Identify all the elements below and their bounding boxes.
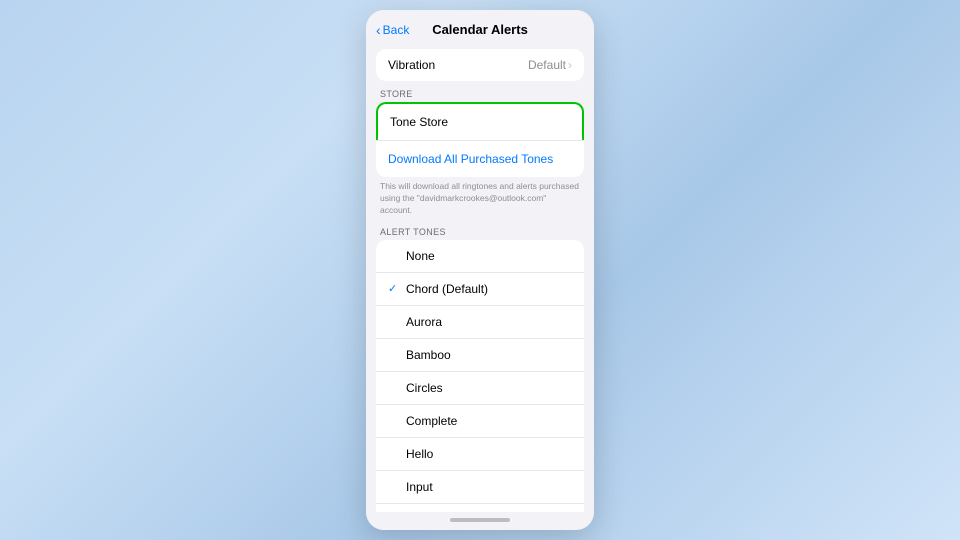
tone-name: Aurora	[406, 315, 442, 329]
chevron-right-icon: ›	[568, 58, 572, 72]
back-button[interactable]: ‹ Back	[376, 23, 409, 37]
tone-name: Input	[406, 480, 433, 494]
tone-name: None	[406, 249, 435, 263]
tone-row[interactable]: Complete	[376, 405, 584, 438]
alert-tones-label: ALERT TONES	[376, 227, 584, 240]
back-label: Back	[383, 23, 410, 37]
vibration-label: Vibration	[388, 58, 435, 72]
alert-tones-section: ALERT TONES None ✓ Chord (Default) Aurora Ba…	[376, 227, 584, 512]
chevron-left-icon: ‹	[376, 23, 381, 37]
tones-list: None ✓ Chord (Default) Aurora Bamboo Circles C…	[376, 240, 584, 512]
page-title: Calendar Alerts	[432, 22, 528, 37]
checkmark-icon: ✓	[388, 282, 400, 295]
tone-row[interactable]: Aurora	[376, 306, 584, 339]
tone-name: Circles	[406, 381, 443, 395]
tone-row[interactable]: None	[376, 240, 584, 273]
home-indicator	[450, 518, 510, 522]
tone-row[interactable]: Input	[376, 471, 584, 504]
download-row[interactable]: Download All Purchased Tones	[376, 140, 584, 177]
tone-row[interactable]: Keys	[376, 504, 584, 512]
vibration-row[interactable]: Vibration Default ›	[376, 49, 584, 81]
header: ‹ Back Calendar Alerts	[366, 10, 594, 45]
tone-store-text: Tone Store	[390, 115, 448, 129]
tone-row[interactable]: ✓ Chord (Default)	[376, 273, 584, 306]
tone-name: Bamboo	[406, 348, 451, 362]
tone-store-row[interactable]: Tone Store	[376, 102, 584, 140]
tone-name: Complete	[406, 414, 457, 428]
phone-panel: ‹ Back Calendar Alerts Vibration Default…	[366, 10, 594, 530]
tone-row[interactable]: Hello	[376, 438, 584, 471]
download-all-text: Download All Purchased Tones	[388, 152, 553, 166]
content-scroll[interactable]: Vibration Default › STORE Tone Store Dow…	[366, 45, 594, 512]
vibration-value-group: Default ›	[528, 58, 572, 72]
tone-row[interactable]: Bamboo	[376, 339, 584, 372]
tone-row[interactable]: Circles	[376, 372, 584, 405]
tone-name: Hello	[406, 447, 433, 461]
bottom-bar	[366, 512, 594, 530]
tone-name: Chord (Default)	[406, 282, 488, 296]
vibration-value-text: Default	[528, 58, 566, 72]
store-section-label: STORE	[376, 89, 584, 102]
account-note: This will download all ringtones and ale…	[366, 177, 594, 219]
store-section: STORE Tone Store Download All Purchased …	[376, 89, 584, 177]
